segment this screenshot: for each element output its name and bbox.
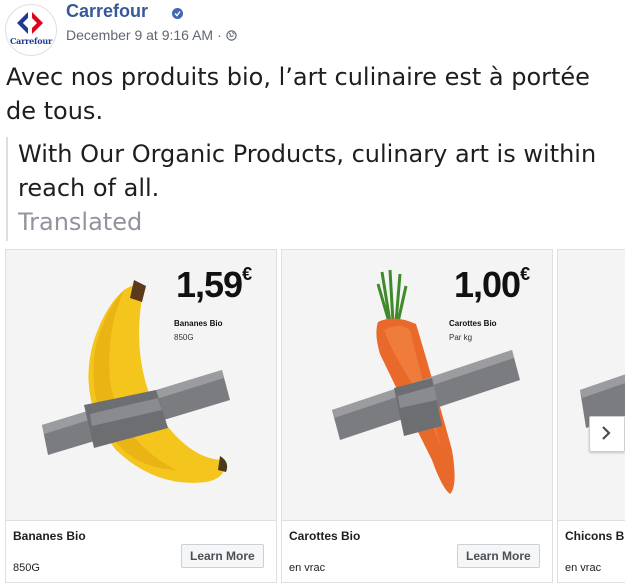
carrefour-logo-icon <box>17 12 43 34</box>
carousel-next-button[interactable] <box>589 416 625 452</box>
card-title[interactable]: Chicons B <box>565 529 624 543</box>
avatar-brand-text: Carrefour <box>9 36 53 46</box>
carrot-product-image[interactable]: 1,00€ Carottes Bio Par kg <box>282 250 552 520</box>
price-tag: 1,00€ <box>454 264 530 306</box>
price-currency: € <box>242 264 252 284</box>
price-value: 1,59 <box>176 264 243 305</box>
globe-icon[interactable] <box>226 29 237 41</box>
page-avatar[interactable]: Carrefour <box>5 4 57 56</box>
translated-message: With Our Organic Products, culinary art … <box>18 140 597 202</box>
chicons-illustration <box>580 374 625 428</box>
meta-separator: · <box>217 27 222 43</box>
card-description: en vrac <box>289 562 326 574</box>
banana-product-image[interactable]: 1,59€ Bananes Bio 850G <box>6 250 276 520</box>
price-currency: € <box>520 264 530 284</box>
carousel-card-bananes[interactable]: 1,59€ Bananes Bio 850G Bananes Bio Learn… <box>5 249 277 583</box>
card-title[interactable]: Carottes Bio <box>289 529 360 543</box>
product-carousel: 1,59€ Bananes Bio 850G Bananes Bio Learn… <box>0 249 625 583</box>
learn-more-button[interactable]: Learn More <box>457 544 540 568</box>
carousel-card-carottes[interactable]: 1,00€ Carottes Bio Par kg Carottes Bio L… <box>281 249 553 583</box>
post-timestamp[interactable]: December 9 at 9:16 AM <box>66 27 213 43</box>
price-value: 1,00 <box>454 264 521 305</box>
verified-badge-icon <box>172 8 183 19</box>
price-tag: 1,59€ <box>176 264 252 306</box>
image-product-name: Carottes Bio <box>449 319 497 328</box>
card-description: en vrac <box>565 562 602 574</box>
translation-block: With Our Organic Products, culinary art … <box>6 137 608 241</box>
card-description: 850G <box>13 562 40 574</box>
post-header: Carrefour Carrefour December 9 at 9:16 A… <box>0 0 625 58</box>
post-message: Avec nos produits bio, l’art culinaire e… <box>6 63 590 125</box>
image-product-name: Bananes Bio <box>174 319 223 328</box>
card-footer: Carottes Bio Learn More en vrac <box>282 520 552 582</box>
learn-more-button[interactable]: Learn More <box>181 544 264 568</box>
image-product-sub: Par kg <box>449 333 473 342</box>
post-meta: December 9 at 9:16 AM · <box>66 27 237 43</box>
card-footer: Chicons B en vrac <box>558 520 625 582</box>
chicons-product-image[interactable] <box>558 250 625 520</box>
chevron-right-icon <box>602 426 611 440</box>
card-title[interactable]: Bananes Bio <box>13 529 86 543</box>
image-product-sub: 850G <box>174 333 194 342</box>
page-name-link[interactable]: Carrefour <box>66 1 148 22</box>
translated-label: Translated <box>18 208 143 236</box>
card-footer: Bananes Bio Learn More 850G <box>6 520 276 582</box>
